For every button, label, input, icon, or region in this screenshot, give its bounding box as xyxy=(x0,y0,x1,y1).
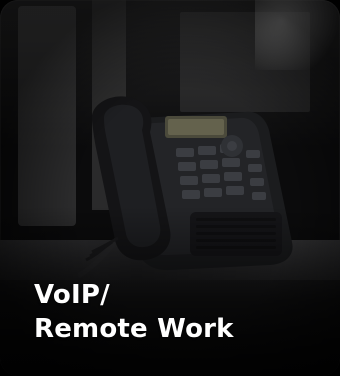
voip-remote-work-card[interactable]: VoIP/ Remote Work xyxy=(0,0,340,376)
card-title-line-2: Remote Work xyxy=(34,314,234,344)
card-title: VoIP/ Remote Work xyxy=(34,278,324,346)
card-title-line-1: VoIP/ xyxy=(34,280,110,310)
